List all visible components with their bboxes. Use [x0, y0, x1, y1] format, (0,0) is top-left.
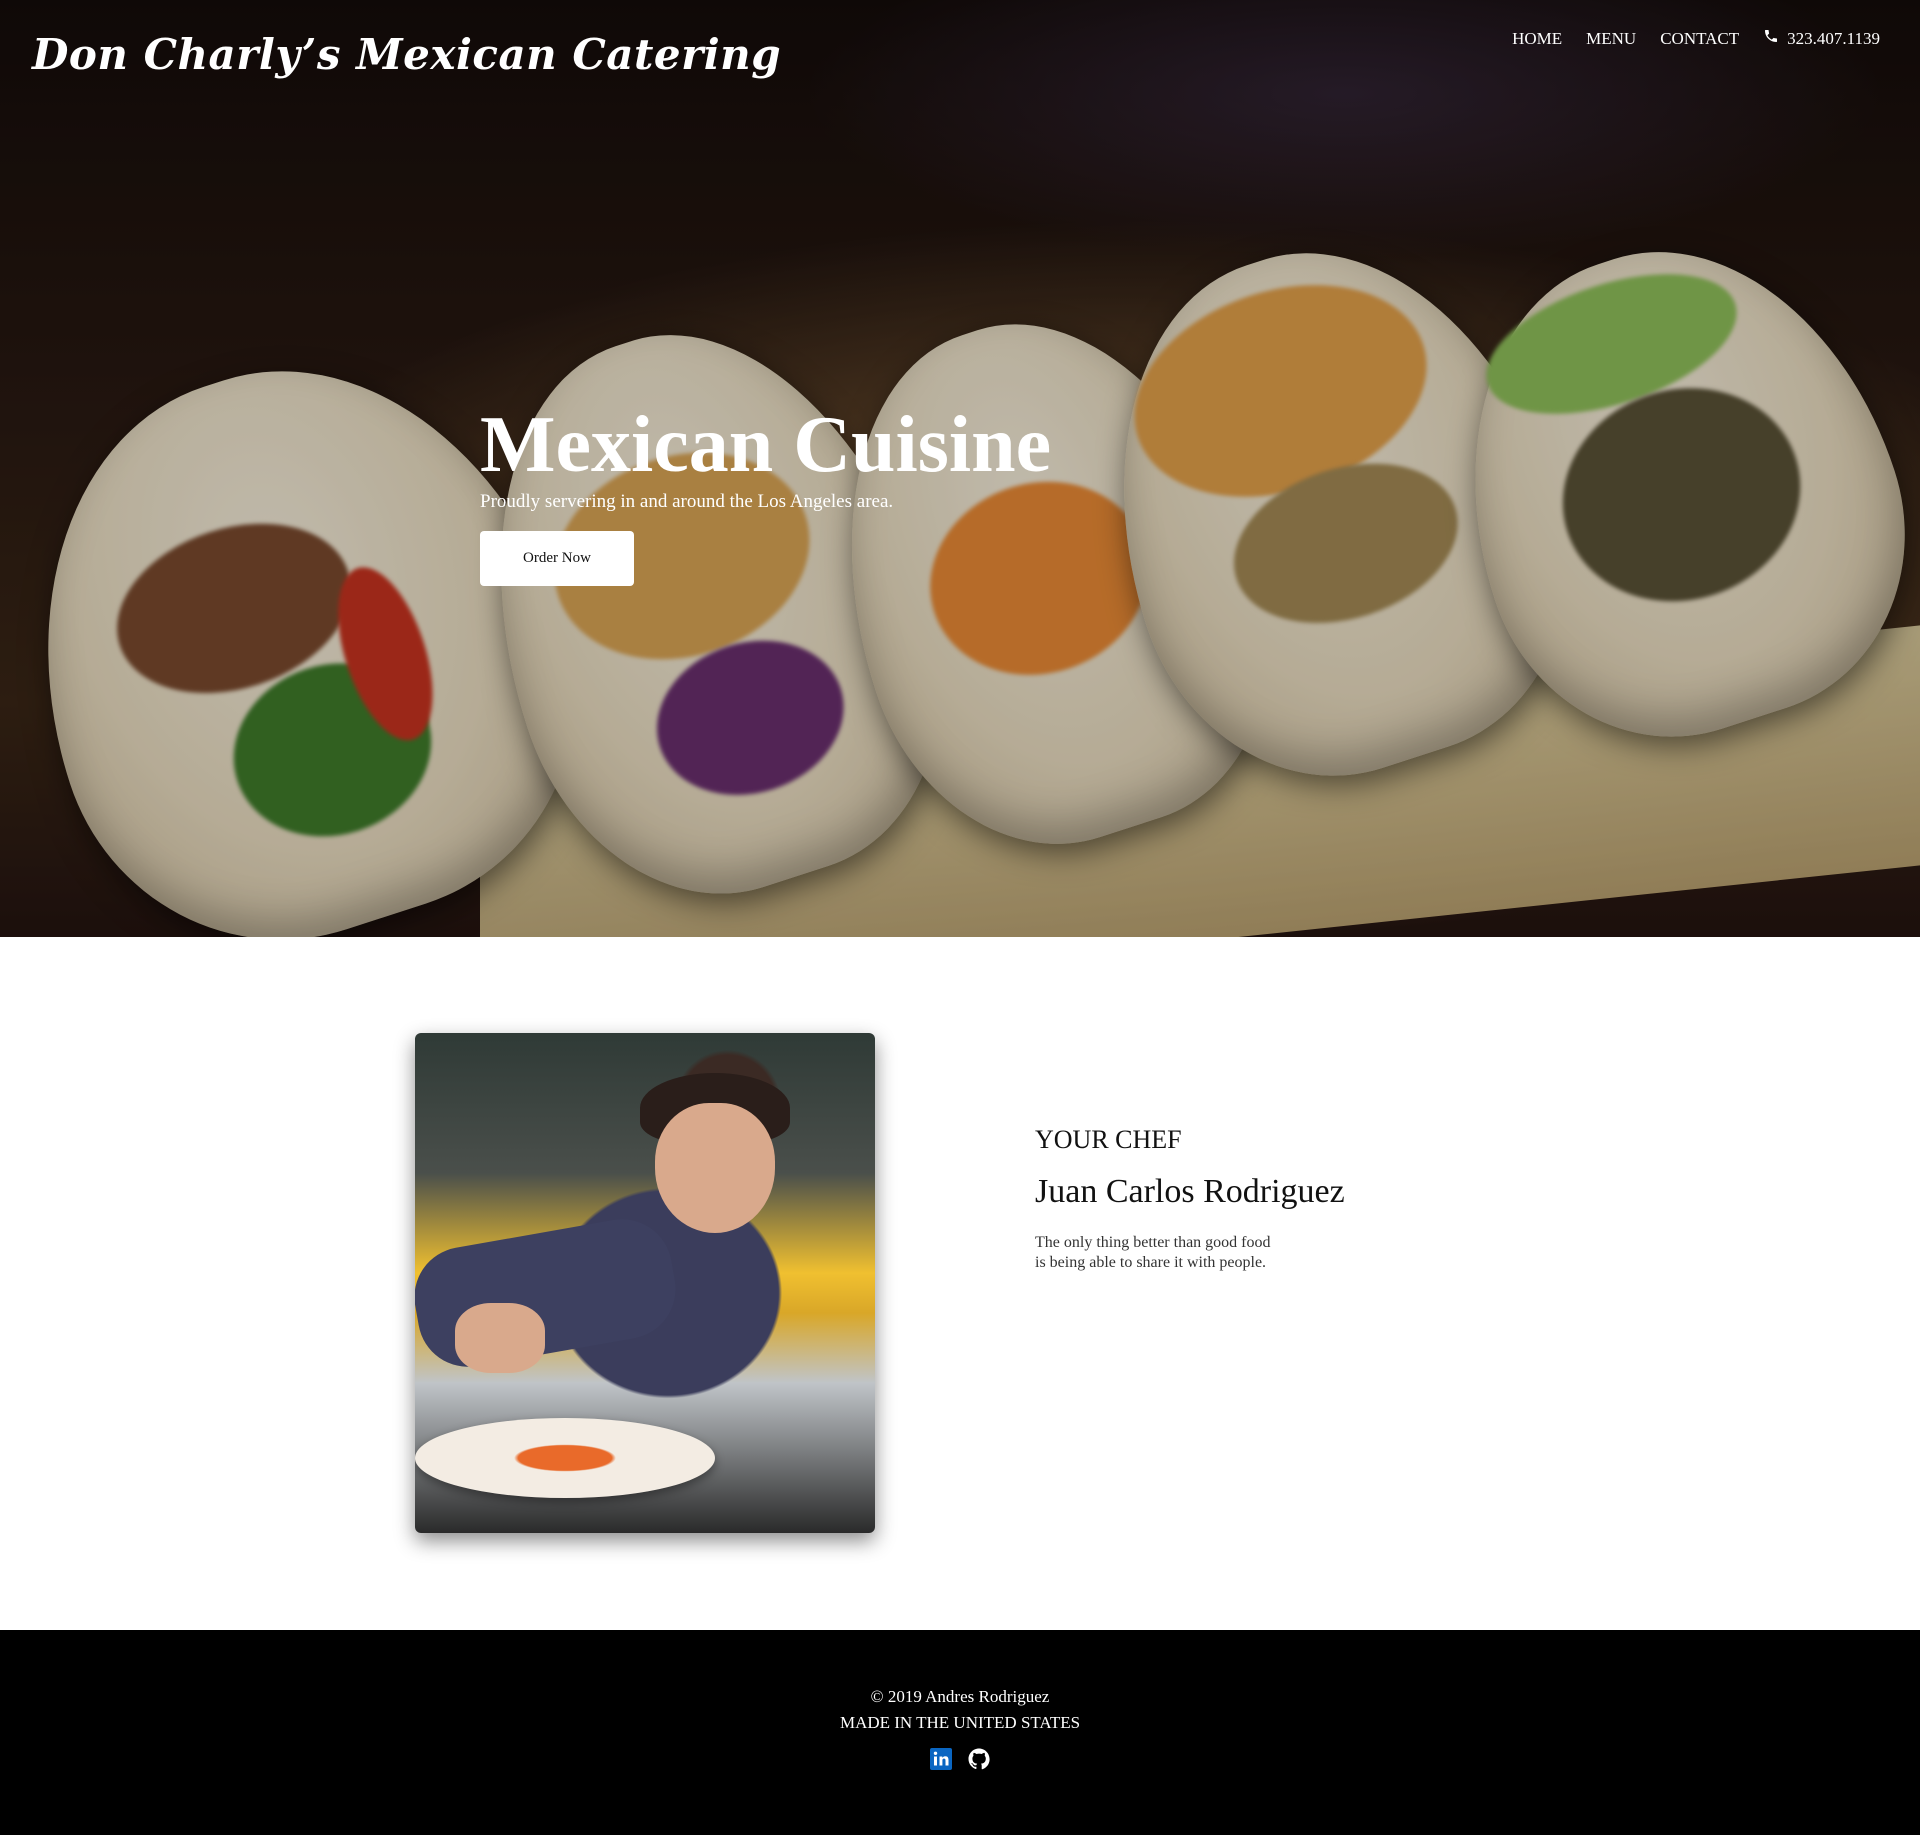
site-footer: © 2019 Andres Rodriguez MADE IN THE UNIT… — [0, 1630, 1920, 1835]
chef-section: YOUR CHEF Juan Carlos Rodriguez The only… — [0, 937, 1920, 1630]
chef-name: Juan Carlos Rodriguez — [1035, 1173, 1345, 1210]
hero-section: Don Charly’s Mexican Catering HOME MENU … — [0, 0, 1920, 937]
hero-copy: Mexican Cuisine Proudly servering in and… — [480, 405, 1051, 586]
made-in-text: MADE IN THE UNITED STATES — [839, 1713, 1081, 1732]
chef-eyebrow: YOUR CHEF — [1035, 1125, 1182, 1154]
social-links — [0, 1747, 1920, 1771]
main-nav: HOME MENU CONTACT 323.407.1139 — [1512, 28, 1880, 49]
copyright-text: © 2019 Andres Rodriguez — [870, 1687, 1050, 1706]
linkedin-icon[interactable] — [929, 1747, 953, 1771]
nav-menu-link[interactable]: MENU — [1586, 29, 1636, 49]
chef-quote: The only thing better than good food is … — [1035, 1233, 1345, 1273]
chef-photo — [415, 1033, 875, 1533]
nav-contact-link[interactable]: CONTACT — [1660, 29, 1739, 49]
chef-info: YOUR CHEF Juan Carlos Rodriguez The only… — [1035, 1125, 1345, 1273]
site-logo[interactable]: Don Charly’s Mexican Catering — [32, 30, 781, 79]
chef-quote-line-1: The only thing better than good food — [1035, 1234, 1271, 1251]
hero-subtitle: Proudly servering in and around the Los … — [480, 491, 894, 512]
order-now-button[interactable]: Order Now — [480, 531, 634, 586]
github-icon[interactable] — [967, 1747, 991, 1771]
phone-link[interactable]: 323.407.1139 — [1763, 28, 1880, 49]
phone-icon — [1763, 28, 1779, 49]
phone-number: 323.407.1139 — [1787, 28, 1880, 48]
chef-quote-line-2: is being able to share it with people. — [1035, 1254, 1267, 1271]
nav-home-link[interactable]: HOME — [1512, 29, 1562, 49]
hero-title: Mexican Cuisine — [480, 401, 1052, 489]
